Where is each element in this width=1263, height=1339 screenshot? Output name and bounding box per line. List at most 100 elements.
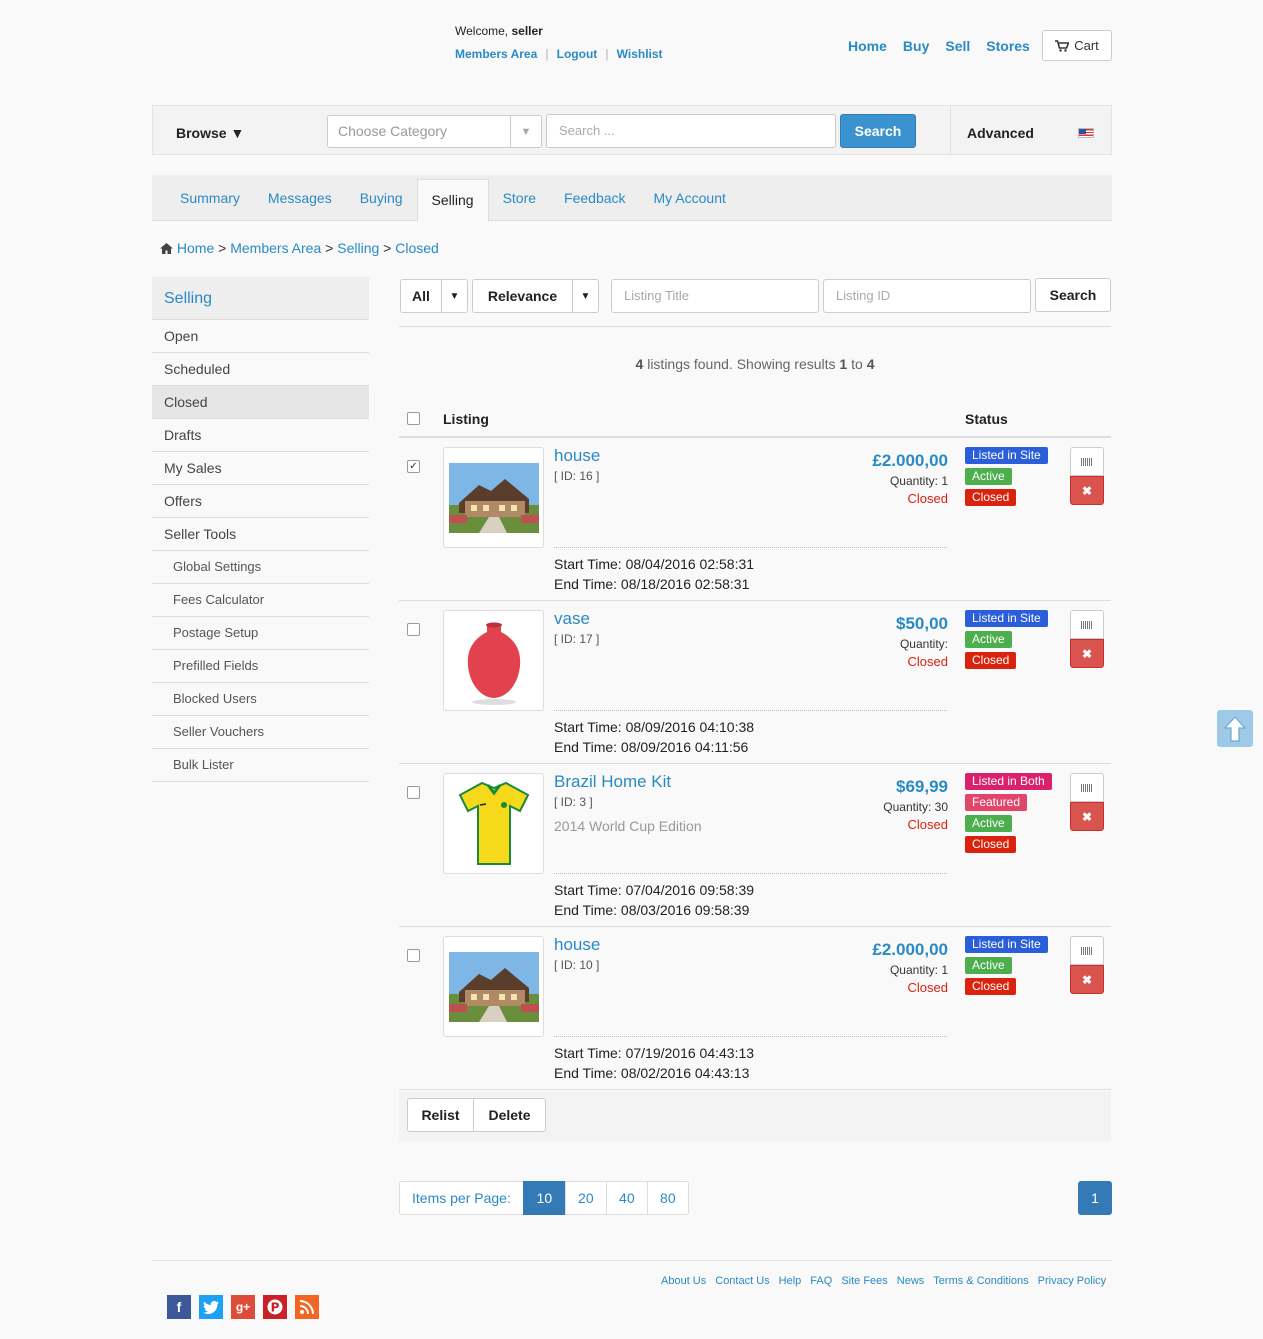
filter-dropdown[interactable]: All ▼ — [400, 279, 468, 313]
listing-thumbnail[interactable] — [443, 447, 544, 548]
footer-help[interactable]: Help — [779, 1275, 802, 1287]
delete-row-button[interactable]: ✖ — [1070, 965, 1104, 994]
category-select[interactable]: Choose Category ▼ — [327, 115, 542, 148]
sidebar-item-seller-tools[interactable]: Seller Tools — [152, 518, 369, 551]
sidebar-item-scheduled[interactable]: Scheduled — [152, 353, 369, 386]
listing-title-link[interactable]: Brazil Home Kit — [554, 772, 671, 792]
breadcrumb-members-area[interactable]: Members Area — [230, 240, 321, 256]
nav-sell[interactable]: Sell — [945, 38, 970, 54]
row-checkbox[interactable] — [407, 786, 420, 799]
footer-contact-us[interactable]: Contact Us — [715, 1275, 769, 1287]
relist-button[interactable]: Relist — [408, 1099, 474, 1131]
nav-buy[interactable]: Buy — [903, 38, 929, 54]
twitter-icon[interactable] — [199, 1295, 223, 1319]
tab-summary[interactable]: Summary — [166, 175, 254, 221]
pinterest-icon[interactable]: P — [263, 1295, 287, 1319]
delete-button[interactable]: Delete — [474, 1099, 545, 1131]
listing-title-input[interactable]: Listing Title — [611, 279, 819, 313]
facebook-icon[interactable]: f — [167, 1295, 191, 1319]
caret-down-icon[interactable]: ▼ — [441, 280, 467, 312]
end-time: End Time: 08/09/2016 04:11:56 — [554, 739, 749, 755]
sidebar-item-offers[interactable]: Offers — [152, 485, 369, 518]
breadcrumb-closed[interactable]: Closed — [395, 240, 439, 256]
page-size-10[interactable]: 10 — [522, 1181, 566, 1215]
advanced-search-link[interactable]: Advanced — [967, 125, 1034, 141]
tab-store[interactable]: Store — [489, 175, 550, 221]
sidebar-item-bulk-lister[interactable]: Bulk Lister — [152, 749, 369, 782]
sidebar-item-postage-setup[interactable]: Postage Setup — [152, 617, 369, 650]
logout-link[interactable]: Logout — [557, 47, 598, 61]
tab-messages[interactable]: Messages — [254, 175, 346, 221]
footer-faq[interactable]: FAQ — [810, 1275, 832, 1287]
footer-terms[interactable]: Terms & Conditions — [933, 1275, 1028, 1287]
sidebar-item-blocked-users[interactable]: Blocked Users — [152, 683, 369, 716]
page-1-button[interactable]: 1 — [1078, 1181, 1112, 1215]
google-plus-icon[interactable]: g+ — [231, 1295, 255, 1319]
sidebar-item-fees-calculator[interactable]: Fees Calculator — [152, 584, 369, 617]
close-icon: ✖ — [1081, 809, 1093, 824]
rss-icon[interactable] — [295, 1295, 319, 1319]
footer-news[interactable]: News — [897, 1275, 925, 1287]
listing-quantity: Quantity: 30 — [883, 800, 948, 814]
breadcrumb-selling[interactable]: Selling — [337, 240, 379, 256]
divider — [554, 710, 947, 711]
listing-title-link[interactable]: house — [554, 446, 600, 466]
row-checkbox[interactable] — [407, 623, 420, 636]
barcode-button[interactable] — [1070, 610, 1104, 639]
badge-active: Active — [965, 815, 1012, 832]
delete-row-button[interactable]: ✖ — [1070, 802, 1104, 831]
cart-button[interactable]: Cart — [1042, 30, 1112, 61]
caret-down-icon[interactable]: ▼ — [572, 280, 598, 312]
scroll-to-top-button[interactable] — [1217, 710, 1253, 747]
tab-selling[interactable]: Selling — [416, 179, 489, 222]
badge-closed: Closed — [965, 978, 1017, 995]
page-size-20[interactable]: 20 — [564, 1181, 607, 1215]
listing-title-link[interactable]: vase — [554, 609, 590, 629]
sidebar-item-prefilled-fields[interactable]: Prefilled Fields — [152, 650, 369, 683]
sidebar-item-my-sales[interactable]: My Sales — [152, 452, 369, 485]
members-area-link[interactable]: Members Area — [455, 47, 537, 61]
row-checkbox[interactable]: ✓ — [407, 460, 420, 473]
sidebar-item-seller-vouchers[interactable]: Seller Vouchers — [152, 716, 369, 749]
end-time: End Time: 08/03/2016 09:58:39 — [554, 902, 750, 918]
footer-links: About Us Contact Us Help FAQ Site Fees N… — [661, 1275, 1106, 1287]
filter-label[interactable]: All — [401, 280, 441, 312]
barcode-button[interactable] — [1070, 773, 1104, 802]
us-flag-icon[interactable] — [1078, 128, 1094, 138]
delete-row-button[interactable]: ✖ — [1070, 639, 1104, 668]
listing-id-input[interactable]: Listing ID — [823, 279, 1031, 313]
sidebar-item-closed[interactable]: Closed — [152, 386, 369, 419]
nav-home[interactable]: Home — [848, 38, 887, 54]
page-size-40[interactable]: 40 — [605, 1181, 648, 1215]
badge-listed-in-site: Listed in Site — [965, 936, 1048, 953]
nav-stores[interactable]: Stores — [986, 38, 1030, 54]
footer-site-fees[interactable]: Site Fees — [841, 1275, 887, 1287]
sidebar-item-open[interactable]: Open — [152, 320, 369, 353]
listing-thumbnail[interactable] — [443, 936, 544, 1037]
listing-thumbnail[interactable] — [443, 610, 544, 711]
page-size-80[interactable]: 80 — [646, 1181, 689, 1215]
wishlist-link[interactable]: Wishlist — [617, 47, 663, 61]
footer-privacy-policy[interactable]: Privacy Policy — [1038, 1275, 1106, 1287]
barcode-button[interactable] — [1070, 936, 1104, 965]
listing-thumbnail[interactable] — [443, 773, 544, 874]
row-checkbox[interactable] — [407, 949, 420, 962]
tab-buying[interactable]: Buying — [346, 175, 417, 221]
footer-about-us[interactable]: About Us — [661, 1275, 706, 1287]
tab-my-account[interactable]: My Account — [640, 175, 740, 221]
tab-feedback[interactable]: Feedback — [550, 175, 639, 221]
breadcrumb-home[interactable]: Home — [177, 240, 214, 256]
barcode-button[interactable] — [1070, 447, 1104, 476]
search-button[interactable]: Search — [840, 114, 916, 148]
sort-dropdown[interactable]: Relevance ▼ — [472, 279, 599, 313]
select-all-checkbox[interactable] — [407, 412, 420, 425]
browse-dropdown[interactable]: Browse ▼ — [176, 125, 244, 141]
sidebar-item-drafts[interactable]: Drafts — [152, 419, 369, 452]
delete-row-button[interactable]: ✖ — [1070, 476, 1104, 505]
search-input[interactable]: Search ... — [546, 114, 836, 148]
results-summary: 4 listings found. Showing results 1 to 4 — [635, 356, 875, 372]
listing-title-link[interactable]: house — [554, 935, 600, 955]
filter-search-button[interactable]: Search — [1035, 278, 1111, 312]
sort-label[interactable]: Relevance — [473, 280, 572, 312]
sidebar-item-global-settings[interactable]: Global Settings — [152, 551, 369, 584]
